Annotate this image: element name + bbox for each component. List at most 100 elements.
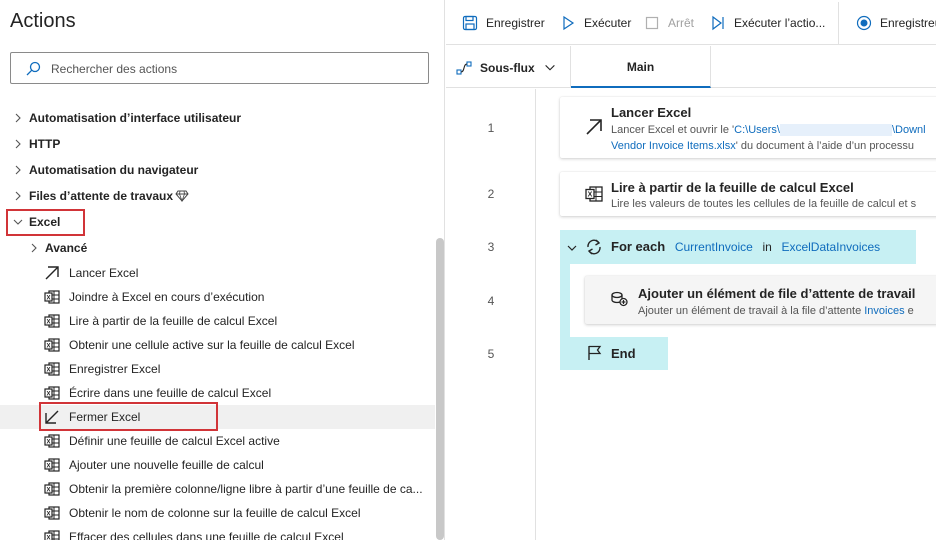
action-get-column-name[interactable]: X Obtenir le nom de colonne sur la feuil… <box>0 501 435 525</box>
loop-list-variable[interactable]: ExcelDataInvoices <box>781 240 880 254</box>
desc-text: e <box>904 305 914 317</box>
designer-toolbar: Enregistrer Exécuter Arrêt Exécuter l’ac… <box>446 0 936 45</box>
excel-sheet-icon: X <box>44 482 60 496</box>
chevron-right-icon <box>15 191 21 201</box>
action-launch-excel[interactable]: Lancer Excel <box>0 261 435 285</box>
subflow-icon <box>456 61 472 75</box>
category-http[interactable]: HTTP <box>0 132 435 156</box>
svg-text:X: X <box>46 344 50 350</box>
action-label: Obtenir une cellule active sur la feuill… <box>69 338 355 352</box>
save-button[interactable]: Enregistrer <box>462 14 545 32</box>
svg-text:X: X <box>46 368 50 374</box>
run-next-action-label: Exécuter l’actio... <box>734 16 826 30</box>
line-number: 1 <box>487 121 495 135</box>
run-next-action-button[interactable]: Exécuter l’actio... <box>710 14 825 32</box>
file-name-link[interactable]: Vendor Invoice Items.xlsx <box>611 140 736 152</box>
line-number: 2 <box>487 187 495 201</box>
tab-main[interactable]: Main <box>571 46 711 88</box>
svg-text:X: X <box>46 392 50 398</box>
search-input[interactable] <box>51 60 421 78</box>
category-label: HTTP <box>29 137 61 151</box>
step-for-each[interactable]: For each CurrentInvoice in ExcelDataInvo… <box>560 230 916 264</box>
svg-text:X: X <box>46 296 50 302</box>
category-work-queues[interactable]: Files d’attente de travaux <box>0 184 435 208</box>
action-save-excel[interactable]: X Enregistrer Excel <box>0 357 435 381</box>
recorder-button[interactable]: Enregistreu <box>856 14 936 32</box>
play-icon <box>563 15 575 31</box>
search-icon <box>26 61 41 76</box>
file-path-link[interactable]: C:\Users\ <box>734 124 780 136</box>
step-read-excel[interactable]: X Lire à partir de la feuille de calcul … <box>560 172 936 216</box>
power-automate-desktop-window: Actions Automatisation d’interface utili… <box>0 0 936 540</box>
flow-tabs: Sous-flux Main <box>446 46 936 88</box>
svg-text:X: X <box>588 192 593 199</box>
action-attach-excel[interactable]: X Joindre à Excel en cours d’exécution <box>0 285 435 309</box>
line-number: 5 <box>487 347 495 361</box>
step-title: Ajouter un élément de file d’attente de … <box>638 286 916 301</box>
desc-text: Ajouter un élément de travail à la file … <box>638 305 865 317</box>
category-browser-automation[interactable]: Automatisation du navigateur <box>0 158 435 182</box>
step-add-queue-item[interactable]: Ajouter un élément de file d’attente de … <box>585 276 936 324</box>
excel-sheet-icon: X <box>44 314 60 328</box>
category-label: Automatisation du navigateur <box>29 163 199 177</box>
step-forward-icon <box>712 15 724 31</box>
arrow-up-right-icon <box>45 266 59 280</box>
loop-body-rail <box>560 264 570 339</box>
excel-sheet-icon: X <box>44 506 60 520</box>
close-excel-highlight-box <box>39 402 218 431</box>
action-label: Effacer des cellules dans une feuille de… <box>69 530 344 540</box>
excel-sheet-icon: X <box>44 362 60 376</box>
excel-sheet-icon: X <box>44 458 60 472</box>
stop-icon <box>645 16 659 30</box>
category-ui-automation[interactable]: Automatisation d’interface utilisateur <box>0 106 435 130</box>
excel-sheet-icon: X <box>44 386 60 400</box>
excel-highlight-box <box>6 209 85 236</box>
action-first-free-column-row[interactable]: X Obtenir la première colonne/ligne libr… <box>0 477 435 501</box>
step-launch-excel[interactable]: Lancer Excel Lancer Excel et ouvrir le '… <box>560 97 936 158</box>
action-label: Obtenir la première colonne/ligne libre … <box>69 482 423 496</box>
line-number: 3 <box>487 240 495 254</box>
record-icon <box>856 15 872 31</box>
in-keyword: in <box>762 240 772 254</box>
run-button[interactable]: Exécuter <box>560 14 631 32</box>
subgroup-label: Avancé <box>45 241 88 255</box>
stop-label: Arrêt <box>668 16 695 30</box>
work-queue-icon <box>611 291 628 307</box>
end-keyword: End <box>611 346 636 361</box>
excel-sheet-icon: X <box>44 338 60 352</box>
step-title: Lire à partir de la feuille de calcul Ex… <box>611 180 854 195</box>
flow-canvas: Lancer Excel Lancer Excel et ouvrir le '… <box>537 89 936 540</box>
step-description: Lire les valeurs de toutes les cellules … <box>611 198 917 210</box>
search-box[interactable] <box>10 52 429 84</box>
chevron-down-icon <box>544 64 555 71</box>
actions-pane-title: Actions <box>10 10 76 32</box>
category-label: Files d’attente de travaux <box>29 189 174 203</box>
flag-icon <box>588 345 602 360</box>
excel-sheet-icon: X <box>585 186 603 202</box>
stop-button[interactable]: Arrêt <box>644 14 694 32</box>
actions-scrollbar[interactable] <box>436 238 444 540</box>
category-label: Automatisation d’interface utilisateur <box>29 111 242 125</box>
chevron-down-icon <box>567 245 577 251</box>
subflows-dropdown[interactable]: Sous-flux <box>456 60 557 76</box>
svg-text:X: X <box>46 464 50 470</box>
action-label: Ajouter une nouvelle feuille de calcul <box>69 458 264 472</box>
action-set-active-sheet[interactable]: X Définir une feuille de calcul Excel ac… <box>0 429 435 453</box>
loop-variable[interactable]: CurrentInvoice <box>675 240 753 254</box>
file-path-link-end[interactable]: \Downl <box>892 124 926 136</box>
loop-icon <box>587 239 601 255</box>
svg-text:X: X <box>46 320 50 326</box>
action-label: Enregistrer Excel <box>69 362 161 376</box>
step-end[interactable]: End <box>560 337 668 370</box>
action-clear-cells[interactable]: X Effacer des cellules dans une feuille … <box>0 525 435 540</box>
step-description: Lancer Excel et ouvrir le 'C:\Users\ \Dow… <box>611 122 926 138</box>
line-number-gutter: 1 2 3 4 5 <box>446 89 536 540</box>
subgroup-advanced[interactable]: Avancé <box>0 236 435 260</box>
action-get-active-cell[interactable]: X Obtenir une cellule active sur la feui… <box>0 333 435 357</box>
step-description: Ajouter un élément de travail à la file … <box>638 303 914 319</box>
save-label: Enregistrer <box>486 16 545 30</box>
queue-name-link[interactable]: Invoices <box>864 305 904 317</box>
action-label: Définir une feuille de calcul Excel acti… <box>69 434 280 448</box>
action-add-sheet[interactable]: X Ajouter une nouvelle feuille de calcul <box>0 453 435 477</box>
action-read-excel[interactable]: X Lire à partir de la feuille de calcul … <box>0 309 435 333</box>
